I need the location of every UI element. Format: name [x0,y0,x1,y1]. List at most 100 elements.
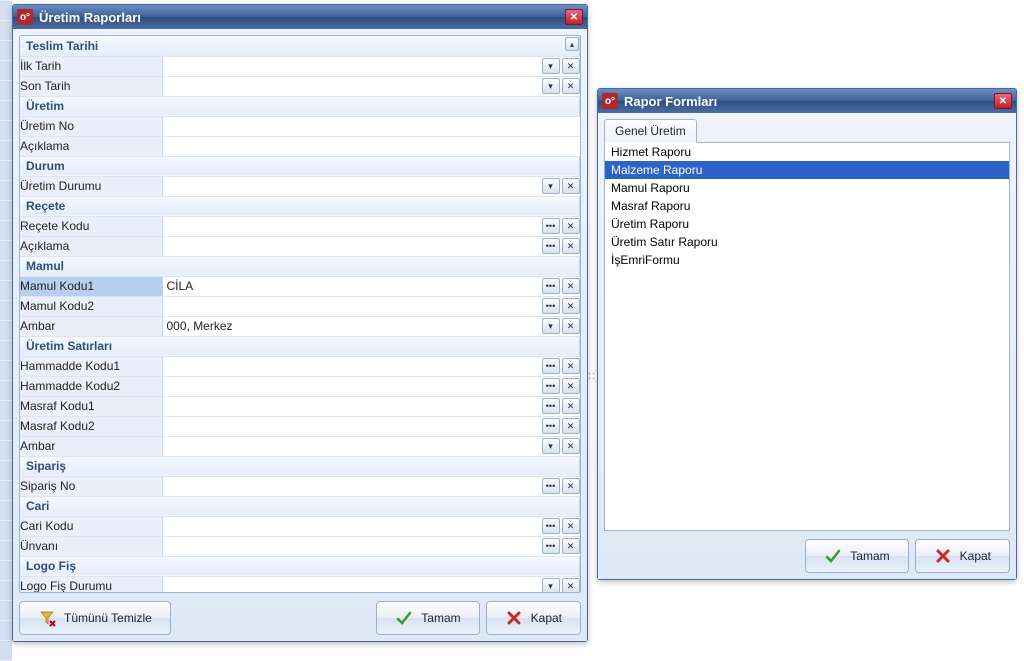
filter-value-text[interactable] [163,584,540,588]
section-header[interactable]: Üretim Satırları [20,336,580,356]
list-item[interactable]: Mamul Raporu [605,179,1009,197]
filter-value-text[interactable] [163,244,540,248]
lookup-icon[interactable]: ••• [542,238,560,254]
lookup-icon[interactable]: ••• [542,418,560,434]
filter-value-cell[interactable]: ▾✕ [162,56,580,76]
clear-field-icon[interactable]: ✕ [562,398,580,414]
filter-value-cell[interactable]: •••✕ [162,396,580,416]
report-list[interactable]: Hizmet RaporuMalzeme RaporuMamul RaporuM… [604,143,1010,531]
clear-field-icon[interactable]: ✕ [562,318,580,334]
filter-label[interactable]: Son Tarih [20,76,162,96]
filter-value-cell[interactable]: •••✕ [162,356,580,376]
clear-field-icon[interactable]: ✕ [562,578,580,593]
filter-label[interactable]: Reçete Kodu [20,216,162,236]
lookup-icon[interactable]: ••• [542,298,560,314]
filter-value-text[interactable] [163,304,540,308]
clear-field-icon[interactable]: ✕ [562,478,580,494]
lookup-icon[interactable]: ••• [542,538,560,554]
filter-value-cell[interactable]: •••✕ [162,416,580,436]
ok-button[interactable]: Tamam [805,539,908,573]
filter-label[interactable]: Üretim Durumu [20,176,162,196]
filter-value-text[interactable] [163,384,540,388]
list-item[interactable]: Üretim Satır Raporu [605,233,1009,251]
close-button[interactable]: Kapat [915,539,1010,573]
filter-value-text[interactable] [163,224,540,228]
list-item[interactable]: Malzeme Raporu [605,161,1009,179]
filter-value-cell[interactable]: 000, Merkez▾✕ [162,316,580,336]
close-icon[interactable]: ✕ [994,93,1012,109]
list-item[interactable]: Üretim Raporu [605,215,1009,233]
lookup-icon[interactable]: ••• [542,278,560,294]
dropdown-icon[interactable]: ▾ [542,78,560,94]
filter-label[interactable]: Mamul Kodu2 [20,296,162,316]
clear-all-button[interactable]: Tümünü Temizle [19,601,171,635]
filter-label[interactable]: Ambar [20,436,162,456]
dropdown-icon[interactable]: ▾ [542,438,560,454]
filter-value-cell[interactable]: •••✕ [162,296,580,316]
close-icon[interactable]: ✕ [565,9,583,25]
filter-value-text[interactable] [163,544,540,548]
filter-value-text[interactable] [163,364,540,368]
clear-field-icon[interactable]: ✕ [562,358,580,374]
clear-field-icon[interactable]: ✕ [562,438,580,454]
section-header[interactable]: Sipariş [20,456,580,476]
ok-button[interactable]: Tamam [376,601,479,635]
filter-value-text[interactable] [163,444,540,448]
section-header[interactable]: Reçete [20,196,580,216]
clear-field-icon[interactable]: ✕ [562,278,580,294]
section-header[interactable]: Üretim [20,96,580,116]
section-header[interactable]: Mamul [20,256,580,276]
filter-label[interactable]: Logo Fiş Durumu [20,576,162,593]
lookup-icon[interactable]: ••• [542,218,560,234]
lookup-icon[interactable]: ••• [542,518,560,534]
section-header[interactable]: Teslim Tarihi [20,36,580,56]
filter-label[interactable]: Mamul Kodu1 [20,276,162,296]
filter-label[interactable]: İlk Tarih [20,56,162,76]
filter-label[interactable]: Masraf Kodu1 [20,396,162,416]
splitter-handle[interactable]: :: [588,370,596,382]
filter-value-text[interactable] [163,84,540,88]
dropdown-icon[interactable]: ▾ [542,178,560,194]
lookup-icon[interactable]: ••• [542,478,560,494]
scroll-up-icon[interactable]: ▴ [565,37,579,51]
clear-field-icon[interactable]: ✕ [562,298,580,314]
filter-value-text[interactable] [163,424,540,428]
filter-value-cell[interactable]: •••✕ [162,216,580,236]
list-item[interactable]: Masraf Raporu [605,197,1009,215]
filter-value-text[interactable] [163,144,580,148]
clear-field-icon[interactable]: ✕ [562,178,580,194]
filter-value-text[interactable]: CİLA [163,277,540,295]
filter-value-cell[interactable]: ▾✕ [162,576,580,593]
clear-field-icon[interactable]: ✕ [562,78,580,94]
lookup-icon[interactable]: ••• [542,378,560,394]
filter-value-cell[interactable] [162,136,580,156]
clear-field-icon[interactable]: ✕ [562,58,580,74]
list-item[interactable]: Hizmet Raporu [605,143,1009,161]
filter-label[interactable]: Açıklama [20,236,162,256]
section-header[interactable]: Durum [20,156,580,176]
filter-value-cell[interactable]: ▾✕ [162,176,580,196]
filter-value-text[interactable] [163,484,540,488]
filter-value-cell[interactable]: •••✕ [162,516,580,536]
filter-value-cell[interactable]: •••✕ [162,376,580,396]
clear-field-icon[interactable]: ✕ [562,218,580,234]
filter-value-cell[interactable]: ▾✕ [162,436,580,456]
filter-label[interactable]: Ambar [20,316,162,336]
section-header[interactable]: Logo Fiş [20,556,580,576]
filter-label[interactable]: Hammadde Kodu1 [20,356,162,376]
filter-label[interactable]: Açıklama [20,136,162,156]
filter-value-cell[interactable]: •••✕ [162,236,580,256]
filter-value-cell[interactable]: ▾✕ [162,76,580,96]
filter-label[interactable]: Ünvanı [20,536,162,556]
filter-label[interactable]: Üretim No [20,116,162,136]
filter-value-text[interactable] [163,124,580,128]
filter-label[interactable]: Cari Kodu [20,516,162,536]
clear-field-icon[interactable]: ✕ [562,238,580,254]
filter-value-cell[interactable] [162,116,580,136]
filter-value-text[interactable] [163,404,540,408]
clear-field-icon[interactable]: ✕ [562,538,580,554]
lookup-icon[interactable]: ••• [542,398,560,414]
list-item[interactable]: İşEmriFormu [605,251,1009,269]
filter-value-text[interactable] [163,184,540,188]
clear-field-icon[interactable]: ✕ [562,418,580,434]
